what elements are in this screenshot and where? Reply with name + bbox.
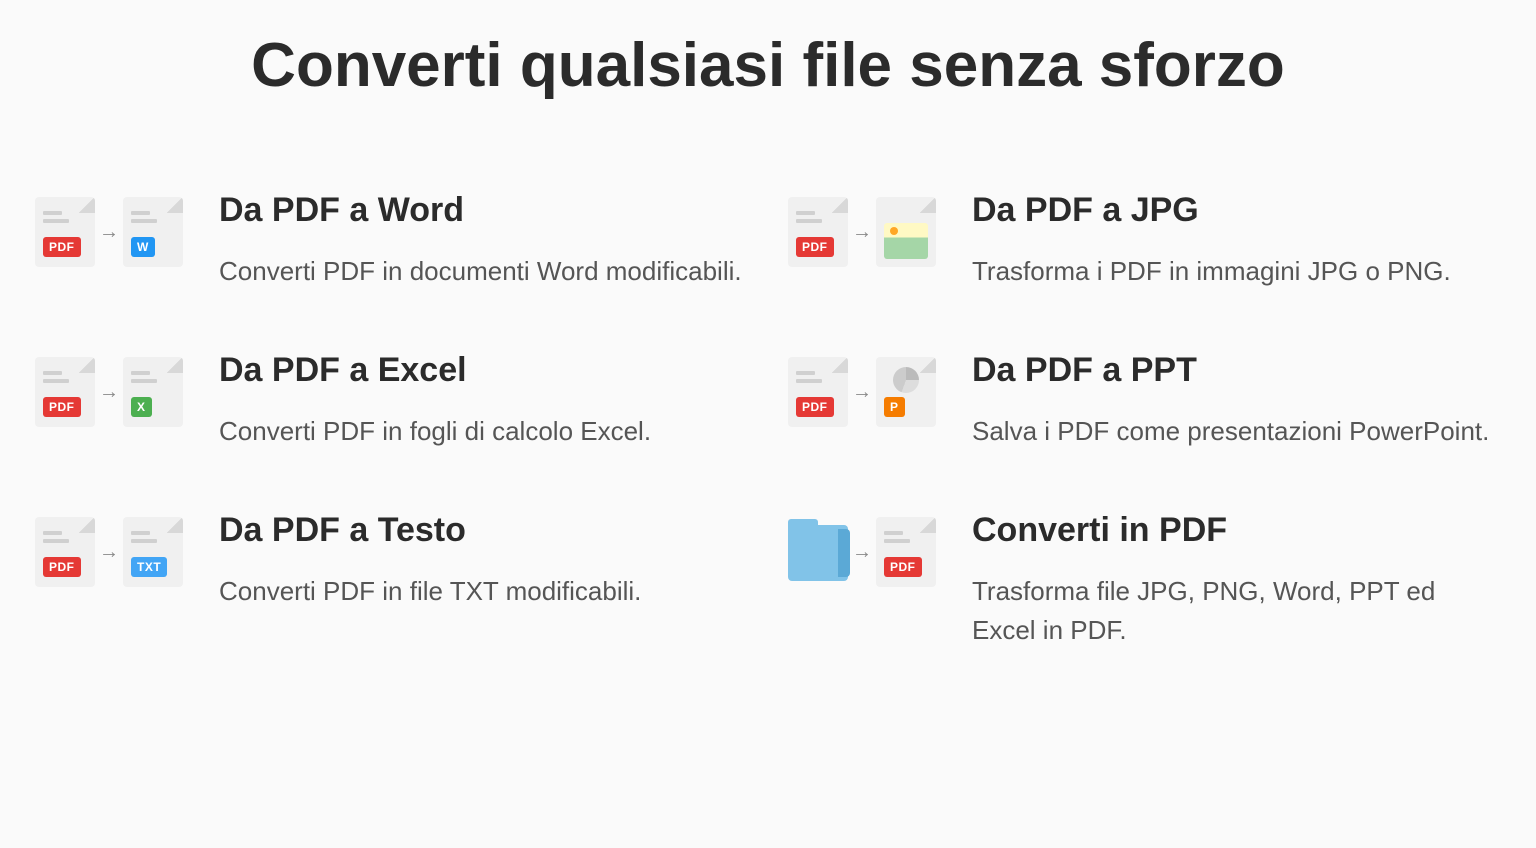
page-title: Converti qualsiasi file senza sforzo (35, 30, 1501, 101)
excel-file-icon: X (123, 357, 183, 427)
conversion-icon: PDF → (788, 191, 936, 267)
pdf-file-icon: PDF (35, 517, 95, 587)
conversion-icon: PDF → X (35, 351, 183, 427)
tool-title: Converti in PDF (972, 511, 1501, 550)
conversion-icon: PDF → W (35, 191, 183, 267)
conversion-icon: PDF → TXT (35, 511, 183, 587)
tool-description: Converti PDF in fogli di calcolo Excel. (219, 412, 748, 451)
arrow-right-icon: → (99, 381, 119, 404)
conversion-icon: PDF → P (788, 351, 936, 427)
tool-title: Da PDF a Excel (219, 351, 748, 390)
arrow-right-icon: → (852, 381, 872, 404)
tools-grid: PDF → W Da PDF a Word Converti PDF in do… (35, 191, 1501, 650)
pdf-file-icon: PDF (788, 357, 848, 427)
tool-description: Trasforma file JPG, PNG, Word, PPT ed Ex… (972, 572, 1501, 650)
tool-title: Da PDF a Word (219, 191, 748, 230)
tool-description: Converti PDF in file TXT modificabili. (219, 572, 748, 611)
tool-pdf-to-text[interactable]: PDF → TXT Da PDF a Testo Converti PDF in… (35, 511, 748, 650)
tool-title: Da PDF a Testo (219, 511, 748, 550)
arrow-right-icon: → (99, 541, 119, 564)
tool-convert-to-pdf[interactable]: → PDF Converti in PDF Trasforma file JPG… (788, 511, 1501, 650)
tool-pdf-to-ppt[interactable]: PDF → P Da PDF a PPT Salva i PDF come pr… (788, 351, 1501, 451)
tool-pdf-to-word[interactable]: PDF → W Da PDF a Word Converti PDF in do… (35, 191, 748, 291)
txt-file-icon: TXT (123, 517, 183, 587)
tool-pdf-to-excel[interactable]: PDF → X Da PDF a Excel Converti PDF in f… (35, 351, 748, 451)
image-file-icon (876, 197, 936, 267)
ppt-file-icon: P (876, 357, 936, 427)
tool-title: Da PDF a JPG (972, 191, 1501, 230)
arrow-right-icon: → (852, 541, 872, 564)
tool-description: Converti PDF in documenti Word modificab… (219, 252, 748, 291)
tool-pdf-to-jpg[interactable]: PDF → Da PDF a JPG Trasforma i PDF in im… (788, 191, 1501, 291)
pdf-file-icon: PDF (35, 357, 95, 427)
conversion-icon: → PDF (788, 511, 936, 587)
tool-description: Trasforma i PDF in immagini JPG o PNG. (972, 252, 1501, 291)
folder-icon (788, 517, 848, 587)
pdf-file-icon: PDF (876, 517, 936, 587)
word-file-icon: W (123, 197, 183, 267)
arrow-right-icon: → (99, 221, 119, 244)
tool-description: Salva i PDF come presentazioni PowerPoin… (972, 412, 1501, 451)
arrow-right-icon: → (852, 221, 872, 244)
pdf-file-icon: PDF (35, 197, 95, 267)
pdf-file-icon: PDF (788, 197, 848, 267)
tool-title: Da PDF a PPT (972, 351, 1501, 390)
